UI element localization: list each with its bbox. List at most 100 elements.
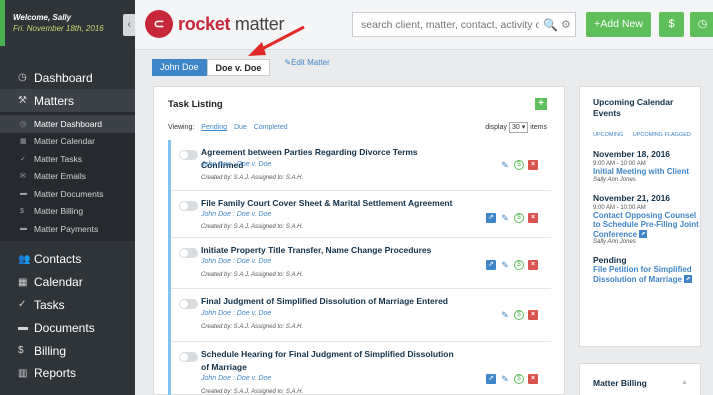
nav-item-reports[interactable]: ▥ Reports [0,362,135,385]
display-select[interactable]: 30 ▾ [509,122,529,133]
subnav-label: Matter Emails [34,171,86,182]
filter-due[interactable]: Due [234,124,247,131]
task-meta: Created by: S.A.J. Assigned to: S.A.H. [201,224,304,230]
link-icon[interactable]: ⇗ [486,260,496,270]
nav-item-contacts[interactable]: 👥 Contacts [0,248,135,271]
task-complete-toggle[interactable] [179,299,198,309]
main-nav: ◷ Dashboard ⚒ Matters ◷ Matter Dashboard… [0,66,135,241]
external-link-icon[interactable]: ⇗ [639,230,648,239]
task-row[interactable]: File Family Court Cover Sheet & Marital … [171,191,551,238]
task-complete-toggle[interactable] [179,150,198,160]
pencil-icon[interactable]: ✎ [500,310,510,320]
task-matter-link[interactable]: John Doe : Doe v. Doe [201,161,271,168]
event-link[interactable]: Initial Meeting with Client [593,167,700,177]
search-icon[interactable]: 🔍 [543,18,558,32]
subnav-matter-billing[interactable]: $ Matter Billing [0,203,135,221]
link-icon[interactable]: ⇗ [486,213,496,223]
matter-tab[interactable]: Doe v. Doe [206,59,271,76]
subnav-matter-tasks[interactable]: ✓ Matter Tasks [0,150,135,168]
task-actions: ⇗ ✎ $ × [482,260,538,270]
nav-item-tasks[interactable]: ✓ Tasks [0,294,135,317]
task-title[interactable]: Schedule Hearing for Final Judgment of S… [201,348,461,374]
task-row[interactable]: Schedule Hearing for Final Judgment of S… [171,342,551,395]
task-title[interactable]: Agreement between Parties Regarding Divo… [201,146,461,172]
task-complete-toggle[interactable] [179,201,198,211]
subnav-matter-dashboard[interactable]: ◷ Matter Dashboard [0,115,135,133]
task-matter-link[interactable]: John Doe : Doe v. Doe [201,310,271,317]
delete-icon[interactable]: × [528,160,538,170]
logo-text-bold: rocket [178,13,231,34]
delete-icon[interactable]: × [528,310,538,320]
task-meta: Created by: S.A.J. Assigned to: S.A.H. [201,272,304,278]
link-icon[interactable]: ⇗ [486,374,496,384]
dollar-icon[interactable]: $ [514,374,524,384]
calendar-icon: ▦ [20,138,27,146]
subnav-matter-calendar[interactable]: ▦ Matter Calendar [0,133,135,151]
nav-item-documents[interactable]: ▬ Documents [0,316,135,339]
task-meta: Created by: S.A.J. Assigned to: S.A.H. [201,389,304,395]
subnav-matter-documents[interactable]: ▬ Matter Documents [0,185,135,203]
task-title[interactable]: File Family Court Cover Sheet & Marital … [201,197,461,210]
task-row[interactable]: Final Judgment of Simplified Dissolution… [171,289,551,342]
check-icon: ✓ [20,155,26,163]
billing-icon-button[interactable]: $ [659,12,684,37]
nav-item-label: Calendar [34,275,83,290]
client-tab[interactable]: John Doe [152,59,207,76]
pencil-icon[interactable]: ✎ [500,213,510,223]
filter-upcoming-flagged[interactable]: UPCOMING FLAGGED [633,132,691,138]
task-title[interactable]: Final Judgment of Simplified Dissolution… [201,295,461,308]
task-matter-link[interactable]: John Doe : Doe v. Doe [201,375,271,382]
external-link-icon[interactable]: ⇗ [684,275,693,284]
email-icon: ✉ [20,173,26,181]
upcoming-calendar-panel: Upcoming Calendar Events UPCOMING UPCOMI… [579,86,701,347]
task-meta: Created by: S.A.J. Assigned to: S.A.H. [201,324,304,330]
nav-item-calendar[interactable]: ▦ Calendar [0,271,135,294]
dollar-icon[interactable]: $ [514,260,524,270]
nav-item-billing[interactable]: $ Billing [0,339,135,362]
filter-upcoming[interactable]: UPCOMING [593,132,623,138]
folder-icon: ▬ [18,322,28,334]
pencil-icon[interactable]: ✎ [500,374,510,384]
annotation-arrow-icon [248,25,305,56]
collapse-sidebar-button[interactable]: ‹ [123,14,135,36]
timer-button[interactable]: ◷ [690,12,713,37]
task-row[interactable]: Agreement between Parties Regarding Divo… [171,140,551,191]
event-link-text[interactable]: File Petition for Simplified Dissolution… [593,265,692,284]
contacts-icon: 👥 [18,253,31,265]
nav-item-label: Matters [34,93,75,108]
gavel-icon: ⚒ [18,95,27,106]
task-matter-link[interactable]: John Doe : Doe v. Doe [201,211,271,218]
edit-matter-link[interactable]: ✎Edit Matter [284,58,329,67]
pencil-icon[interactable]: ✎ [500,260,510,270]
task-matter-link[interactable]: John Doe : Doe v. Doe [201,258,271,265]
pencil-icon[interactable]: ✎ [500,160,510,170]
collapse-caret-icon[interactable]: ▲ [681,379,688,386]
add-new-button[interactable]: +Add New [586,12,651,37]
task-complete-toggle[interactable] [179,248,198,258]
rocket-logo-icon: ⊂ [145,10,173,38]
dollar-icon[interactable]: $ [514,213,524,223]
nav-item-dashboard[interactable]: ◷ Dashboard [0,66,135,89]
nav-item-matters[interactable]: ⚒ Matters [0,89,135,112]
subnav-matter-emails[interactable]: ✉ Matter Emails [0,168,135,186]
secondary-nav: 👥 Contacts ▦ Calendar ✓ Tasks ▬ Document… [0,248,135,385]
filter-pending[interactable]: Pending [201,124,227,131]
search-input[interactable] [361,18,539,31]
task-row[interactable]: Initiate Property Title Transfer, Name C… [171,238,551,289]
calendar-filters: UPCOMING UPCOMING FLAGGED [593,132,700,139]
subnav-matter-payments[interactable]: ▬ Matter Payments [0,220,135,238]
task-complete-toggle[interactable] [179,352,198,362]
gear-icon[interactable]: ⚙ [561,18,571,31]
delete-icon[interactable]: × [528,260,538,270]
task-title[interactable]: Initiate Property Title Transfer, Name C… [201,244,461,257]
event-link[interactable]: File Petition for Simplified Dissolution… [593,265,700,284]
dollar-icon[interactable]: $ [514,310,524,320]
top-header: ⊂ rocket matter 🔍 ⚙ +Add New $ ◷ [135,0,713,50]
filter-completed[interactable]: Completed [254,124,288,131]
add-task-button[interactable]: + [535,98,547,110]
delete-icon[interactable]: × [528,374,538,384]
event-link[interactable]: Contact Opposing Counsel to Schedule Pre… [593,211,700,240]
calendar-panel-title: Upcoming Calendar Events [593,97,674,118]
dollar-icon[interactable]: $ [514,160,524,170]
delete-icon[interactable]: × [528,213,538,223]
